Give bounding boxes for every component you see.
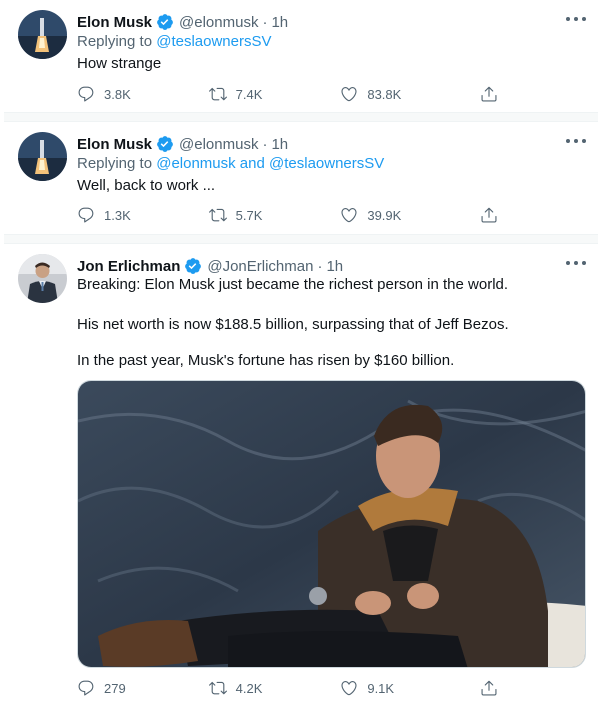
more-options-icon[interactable]: [566, 136, 586, 146]
verified-badge-icon: [185, 258, 202, 274]
reply-mention-link[interactable]: @teslaownersSV: [156, 33, 271, 50]
reply-icon: [78, 207, 94, 223]
retweet-icon: [208, 208, 227, 222]
tweet-text: Well, back to work ...: [77, 177, 216, 194]
avatar[interactable]: [18, 132, 67, 181]
tweet-separator: [4, 112, 598, 122]
tweet-header: Elon Musk @elonmusk · 1h: [77, 12, 288, 32]
replying-prefix: Replying to: [77, 155, 153, 172]
author-handle[interactable]: @elonmusk: [179, 14, 258, 31]
tweet-header: Elon Musk @elonmusk · 1h: [77, 134, 288, 154]
retweet-button[interactable]: 5.7K: [208, 204, 341, 226]
author-name[interactable]: Elon Musk: [77, 136, 152, 153]
tweet-2[interactable]: Elon Musk @elonmusk · 1h Replying to @el…: [4, 122, 598, 234]
verified-badge-icon: [157, 136, 173, 152]
man-in-leather-jacket-photo-icon: [78, 381, 585, 667]
tweet-1[interactable]: Elon Musk @elonmusk · 1h Replying to @te…: [4, 0, 598, 112]
rocket-launch-avatar-icon: [18, 10, 67, 59]
share-button[interactable]: [480, 83, 507, 105]
like-count: 83.8K: [367, 86, 402, 102]
timestamp[interactable]: 1h: [271, 136, 288, 153]
reply-count: 279: [104, 680, 126, 696]
author-handle[interactable]: @elonmusk: [179, 136, 258, 153]
verified-badge-icon: [157, 14, 173, 30]
reply-button[interactable]: 1.3K: [77, 204, 209, 226]
like-icon: [341, 208, 357, 223]
retweet-count: 4.2K: [235, 680, 263, 696]
retweet-button[interactable]: 4.2K: [208, 677, 341, 699]
action-bar: 279 4.2K 9.1K: [77, 677, 507, 699]
like-count: 9.1K: [367, 680, 395, 696]
retweet-button[interactable]: 7.4K: [208, 83, 341, 105]
tweet-3[interactable]: Jon Erlichman @JonErlichman · 1h Breakin…: [4, 244, 598, 708]
tweet-text: How strange: [77, 55, 162, 72]
tweet-text-line: In the past year, Musk's fortune has ris…: [77, 352, 455, 369]
replying-to: Replying to @elonmusk and @teslaownersSV: [77, 155, 384, 172]
retweet-count: 7.4K: [235, 86, 263, 102]
separator-dot: ·: [262, 13, 268, 31]
reply-icon: [78, 86, 94, 102]
reply-button[interactable]: 279: [77, 677, 209, 699]
reply-count: 3.8K: [104, 86, 131, 102]
person-suit-avatar-icon: [18, 254, 67, 303]
avatar[interactable]: [18, 10, 67, 59]
like-icon: [341, 87, 357, 102]
share-icon: [481, 86, 497, 102]
like-count: 39.9K: [367, 207, 402, 223]
replying-prefix: Replying to: [77, 33, 153, 50]
action-bar: 1.3K 5.7K 39.9K: [77, 204, 507, 226]
tweet-separator: [4, 234, 598, 244]
author-name[interactable]: Jon Erlichman: [77, 258, 180, 275]
avatar[interactable]: [18, 254, 67, 303]
more-options-icon[interactable]: [566, 14, 586, 24]
retweet-count: 5.7K: [235, 207, 263, 223]
tweet-text-line: His net worth is now $188.5 billion, sur…: [77, 316, 509, 333]
share-button[interactable]: [480, 204, 507, 226]
action-bar: 3.8K 7.4K 83.8K: [77, 83, 507, 105]
separator-dot: ·: [317, 257, 323, 275]
reply-count: 1.3K: [104, 207, 131, 223]
separator-dot: ·: [262, 135, 268, 153]
retweet-icon: [208, 87, 227, 101]
like-button[interactable]: 9.1K: [340, 677, 480, 699]
more-options-icon[interactable]: [566, 258, 586, 268]
author-handle[interactable]: @JonErlichman: [207, 258, 313, 275]
rocket-launch-avatar-icon: [18, 132, 67, 181]
tweet-header: Jon Erlichman @JonErlichman · 1h: [77, 256, 343, 276]
timestamp[interactable]: 1h: [326, 258, 343, 275]
author-name[interactable]: Elon Musk: [77, 14, 152, 31]
share-icon: [481, 680, 497, 696]
timestamp[interactable]: 1h: [271, 14, 288, 31]
retweet-icon: [208, 681, 227, 695]
reply-button[interactable]: 3.8K: [77, 83, 209, 105]
like-button[interactable]: 39.9K: [340, 204, 480, 226]
tweet-photo[interactable]: [77, 380, 586, 668]
share-button[interactable]: [480, 677, 507, 699]
reply-mention-link[interactable]: @elonmusk and @teslaownersSV: [156, 155, 384, 172]
like-button[interactable]: 83.8K: [340, 83, 480, 105]
share-icon: [481, 207, 497, 223]
replying-to: Replying to @teslaownersSV: [77, 33, 272, 50]
tweet-text-line: Breaking: Elon Musk just became the rich…: [77, 276, 509, 293]
reply-icon: [78, 680, 94, 696]
like-icon: [341, 681, 357, 696]
